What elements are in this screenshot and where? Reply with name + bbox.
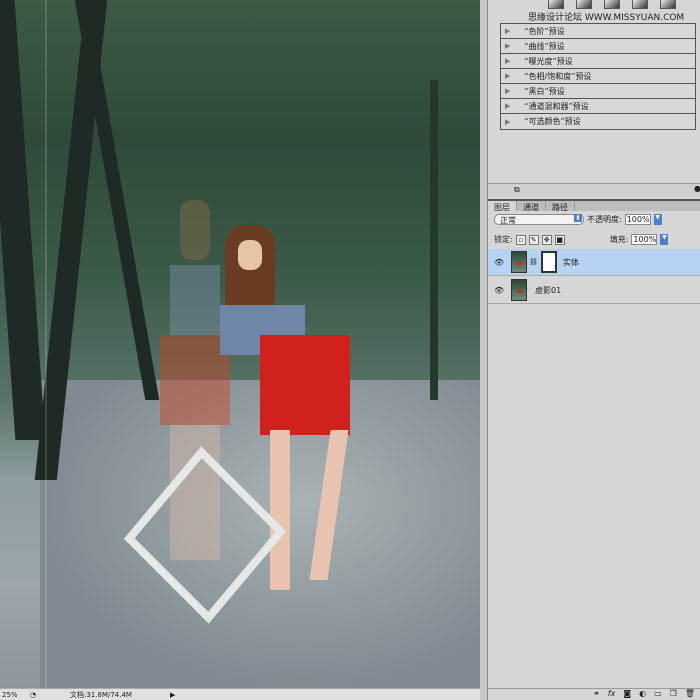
trash-icon[interactable]: 🗑 [685, 689, 695, 700]
fill-label: 填充: [609, 235, 629, 244]
tab-paths[interactable]: 路径 [546, 201, 575, 212]
layer-row[interactable]: 👁 虚影01 [488, 277, 700, 304]
eye-icon[interactable]: 👁 [494, 258, 508, 267]
preset-label: “曲线”预设 [524, 41, 565, 51]
adjustments-footer: ⧉ ● [488, 183, 700, 197]
preset-label: “可选颜色”预设 [524, 117, 581, 126]
preset-item[interactable]: ▶ “曲线”预设 [501, 39, 695, 54]
layer-mask-thumbnail[interactable] [540, 251, 557, 273]
fill-input[interactable]: 100% [631, 234, 658, 245]
pattern-icon[interactable] [604, 0, 620, 9]
panel-toggle-icon[interactable]: ● [694, 184, 700, 193]
blend-mode-select[interactable]: 正常 [494, 214, 584, 225]
expand-icon: ▶ [505, 57, 511, 65]
preset-label: “通道混和器”预设 [524, 101, 589, 111]
invert-icon[interactable] [660, 0, 676, 9]
layer-row[interactable]: 👁 ⛓ 实体 [488, 249, 700, 276]
preset-label: “黑白”预设 [524, 86, 565, 96]
fill-dropdown[interactable]: ▼ [660, 234, 669, 245]
preset-label: “色阶”预设 [524, 26, 565, 36]
zoom-level[interactable]: 25% [0, 691, 30, 699]
opacity-label: 不透明度: [587, 215, 622, 224]
expand-icon: ▶ [505, 117, 511, 126]
eye-icon[interactable]: 👁 [494, 286, 508, 295]
opacity-input[interactable]: 100% [624, 214, 651, 225]
watermark: 思缘设计论坛 WWW.MISSYUAN.COM [528, 13, 685, 23]
document-canvas[interactable] [0, 0, 480, 688]
layer-thumbnail [511, 279, 527, 301]
lock-brush-icon[interactable]: ✎ [528, 234, 539, 245]
new-layer-icon[interactable]: ❐ [670, 689, 677, 700]
panel-divider[interactable] [480, 0, 487, 700]
layers-tabs: 图层 通道 路径 [488, 199, 700, 212]
expand-icon: ▶ [505, 27, 511, 35]
fx-icon[interactable]: fx [608, 689, 616, 700]
link-icon[interactable]: ⛓ [529, 258, 538, 266]
preset-label: “曝光度”预设 [524, 56, 573, 66]
expand-icon: ▶ [505, 87, 511, 95]
preset-item[interactable]: ▶ “可选颜色”预设 [501, 114, 695, 129]
adjustment-layer-icon[interactable]: ◐ [639, 689, 646, 700]
lock-label: 锁定: [494, 235, 513, 244]
layer-thumbnail [511, 251, 527, 273]
gradient-map-icon[interactable] [548, 0, 564, 9]
preset-item[interactable]: ▶ “通道混和器”预设 [501, 99, 695, 114]
expand-icon: ▶ [505, 102, 511, 110]
opacity-dropdown[interactable]: ▼ [653, 214, 662, 225]
status-bar: 25% ◔ 文档:31.8M/74.4M ▶ [0, 688, 480, 700]
tab-channels[interactable]: 通道 [517, 201, 546, 212]
doc-size: 文档:31.8M/74.4M [70, 690, 132, 699]
gradient-icon[interactable] [576, 0, 592, 9]
clip-icon[interactable]: ⧉ [514, 185, 520, 195]
layer-name: 虚影01 [535, 285, 562, 295]
status-menu-arrow[interactable]: ▶ [170, 691, 175, 699]
expand-icon: ▶ [505, 42, 511, 50]
link-layers-icon[interactable]: ⚭ [593, 689, 600, 700]
tab-layers[interactable]: 图层 [488, 201, 517, 212]
adjustment-icons [548, 0, 676, 9]
right-panel: 思缘设计论坛 WWW.MISSYUAN.COM ▶ “色阶”预设 ▶ “曲线”预设 … [487, 0, 700, 700]
status-icon: ◔ [30, 690, 37, 699]
lock-move-icon[interactable]: ✥ [541, 234, 552, 245]
preset-item[interactable]: ▶ “色阶”预设 [501, 24, 695, 39]
preset-item[interactable]: ▶ “曝光度”预设 [501, 54, 695, 69]
preset-label: “色相/饱和度”预设 [524, 71, 592, 81]
preset-item[interactable]: ▶ “色相/饱和度”预设 [501, 69, 695, 84]
lock-transparent-icon[interactable]: ▫ [515, 234, 526, 245]
preset-list: ▶ “色阶”预设 ▶ “曲线”预设 ▶ “曝光度”预设 ▶ “色相/饱和度”预设 ▶ “黑… [500, 23, 696, 130]
black-white-icon[interactable] [632, 0, 648, 9]
group-icon[interactable]: ▭ [654, 689, 662, 700]
layer-name: 实体 [562, 257, 579, 267]
expand-icon: ▶ [505, 72, 511, 80]
lock-all-icon[interactable]: ■ [554, 234, 565, 245]
preset-item[interactable]: ▶ “黑白”预设 [501, 84, 695, 99]
add-mask-icon[interactable]: ◙ [623, 689, 631, 700]
layers-bottom-bar: ⚭ fx ◙ ◐ ▭ ❐ 🗑 [488, 688, 700, 700]
